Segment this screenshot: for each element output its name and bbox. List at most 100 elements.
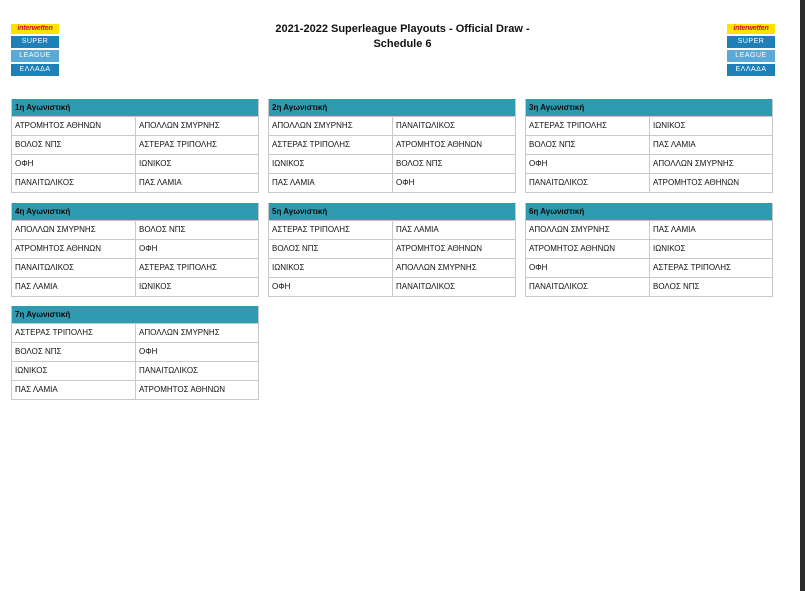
home-team: ΠΑΣ ΛΑΜΙΑ <box>269 174 393 192</box>
away-team: ΑΤΡΟΜΗΤΟΣ ΑΘΗΝΩΝ <box>653 178 740 187</box>
home-team: ΙΩΝΙΚΟΣ <box>12 362 136 380</box>
away-team: ΑΠΟΛΛΩΝ ΣΜΥΡΝΗΣ <box>139 121 220 130</box>
superleague-logo-right: interwetten SUPER LEAGUE ΕΛΛΑΔΑ <box>727 24 775 92</box>
away-team: ΑΠΟΛΛΩΝ ΣΜΥΡΝΗΣ <box>396 263 477 272</box>
away-team: ΒΟΛΟΣ ΝΠΣ <box>396 159 443 168</box>
match-row: ΙΩΝΙΚΟΣ ΠΑΝΑΙΤΩΛΙΚΟΣ <box>12 361 258 380</box>
match-row: ΠΑΝΑΙΤΩΛΙΚΟΣ ΑΣΤΕΡΑΣ ΤΡΙΠΟΛΗΣ <box>12 258 258 277</box>
match-row: ΙΩΝΙΚΟΣ ΑΠΟΛΛΩΝ ΣΜΥΡΝΗΣ <box>269 258 515 277</box>
match-row: ΑΣΤΕΡΑΣ ΤΡΙΠΟΛΗΣ ΙΩΝΙΚΟΣ <box>526 116 772 135</box>
away-team: ΒΟΛΟΣ ΝΠΣ <box>653 282 700 291</box>
away-team: ΠΑΝΑΙΤΩΛΙΚΟΣ <box>396 282 455 291</box>
home-team: ΒΟΛΟΣ ΝΠΣ <box>12 343 136 361</box>
away-team: ΟΦΗ <box>139 244 158 253</box>
home-team: ΑΣΤΕΡΑΣ ΤΡΙΠΟΛΗΣ <box>12 324 136 342</box>
round-card-4: 4η Αγωνιστική ΑΠΟΛΛΩΝ ΣΜΥΡΝΗΣ ΒΟΛΟΣ ΝΠΣ Α… <box>11 203 259 297</box>
round-card-6: 6η Αγωνιστική ΑΠΟΛΛΩΝ ΣΜΥΡΝΗΣ ΠΑΣ ΛΑΜΙΑ Α… <box>525 203 773 297</box>
round-card-2: 2η Αγωνιστική ΑΠΟΛΛΩΝ ΣΜΥΡΝΗΣ ΠΑΝΑΙΤΩΛΙΚΟ… <box>268 99 516 193</box>
round-title: 3η Αγωνιστική <box>526 99 772 116</box>
away-team: ΠΑΣ ΛΑΜΙΑ <box>396 225 439 234</box>
home-team: ΑΤΡΟΜΗΤΟΣ ΑΘΗΝΩΝ <box>12 117 136 135</box>
match-row: ΟΦΗ ΠΑΝΑΙΤΩΛΙΚΟΣ <box>269 277 515 296</box>
home-team: ΟΦΗ <box>12 155 136 173</box>
away-team: ΠΑΝΑΙΤΩΛΙΚΟΣ <box>396 121 455 130</box>
home-team: ΠΑΝΑΙΤΩΛΙΚΟΣ <box>12 174 136 192</box>
logo-line-1: SUPER <box>727 36 775 48</box>
match-row: ΒΟΛΟΣ ΝΠΣ ΟΦΗ <box>12 342 258 361</box>
home-team: ΟΦΗ <box>526 155 650 173</box>
match-row: ΑΠΟΛΛΩΝ ΣΜΥΡΝΗΣ ΠΑΝΑΙΤΩΛΙΚΟΣ <box>269 116 515 135</box>
round-title: 4η Αγωνιστική <box>12 203 258 220</box>
home-team: ΠΑΣ ΛΑΜΙΑ <box>12 381 136 399</box>
away-team: ΟΦΗ <box>396 178 415 187</box>
home-team: ΑΠΟΛΛΩΝ ΣΜΥΡΝΗΣ <box>269 117 393 135</box>
match-row: ΠΑΝΑΙΤΩΛΙΚΟΣ ΒΟΛΟΣ ΝΠΣ <box>526 277 772 296</box>
round-card-7: 7η Αγωνιστική ΑΣΤΕΡΑΣ ΤΡΙΠΟΛΗΣ ΑΠΟΛΛΩΝ ΣΜ… <box>11 306 259 400</box>
match-row: ΠΑΣ ΛΑΜΙΑ ΑΤΡΟΜΗΤΟΣ ΑΘΗΝΩΝ <box>12 380 258 399</box>
away-team: ΠΑΝΑΙΤΩΛΙΚΟΣ <box>139 366 198 375</box>
match-row: ΙΩΝΙΚΟΣ ΒΟΛΟΣ ΝΠΣ <box>269 154 515 173</box>
logo-line-3: ΕΛΛΑΔΑ <box>727 64 775 76</box>
home-team: ΒΟΛΟΣ ΝΠΣ <box>526 136 650 154</box>
match-row: ΑΣΤΕΡΑΣ ΤΡΙΠΟΛΗΣ ΑΠΟΛΛΩΝ ΣΜΥΡΝΗΣ <box>12 323 258 342</box>
home-team: ΠΑΝΑΙΤΩΛΙΚΟΣ <box>526 278 650 296</box>
match-row: ΟΦΗ ΑΠΟΛΛΩΝ ΣΜΥΡΝΗΣ <box>526 154 772 173</box>
away-team: ΙΩΝΙΚΟΣ <box>139 282 172 291</box>
match-row: ΒΟΛΟΣ ΝΠΣ ΠΑΣ ΛΑΜΙΑ <box>526 135 772 154</box>
away-team: ΠΑΣ ΛΑΜΙΑ <box>653 225 696 234</box>
match-row: ΠΑΣ ΛΑΜΙΑ ΟΦΗ <box>269 173 515 192</box>
match-row: ΒΟΛΟΣ ΝΠΣ ΑΣΤΕΡΑΣ ΤΡΙΠΟΛΗΣ <box>12 135 258 154</box>
home-team: ΠΑΣ ΛΑΜΙΑ <box>12 278 136 296</box>
home-team: ΠΑΝΑΙΤΩΛΙΚΟΣ <box>12 259 136 277</box>
document-title: 2021-2022 Superleague Playouts - Officia… <box>0 22 805 52</box>
away-team: ΒΟΛΟΣ ΝΠΣ <box>139 225 186 234</box>
away-team: ΠΑΣ ΛΑΜΙΑ <box>139 178 182 187</box>
round-card-5: 5η Αγωνιστική ΑΣΤΕΡΑΣ ΤΡΙΠΟΛΗΣ ΠΑΣ ΛΑΜΙΑ … <box>268 203 516 297</box>
title-line-1: 2021-2022 Superleague Playouts - Officia… <box>275 23 530 35</box>
round-card-3: 3η Αγωνιστική ΑΣΤΕΡΑΣ ΤΡΙΠΟΛΗΣ ΙΩΝΙΚΟΣ ΒΟ… <box>525 99 773 193</box>
logo-line-3: ΕΛΛΑΔΑ <box>11 64 59 76</box>
home-team: ΑΤΡΟΜΗΤΟΣ ΑΘΗΝΩΝ <box>12 240 136 258</box>
match-row: ΑΤΡΟΜΗΤΟΣ ΑΘΗΝΩΝ ΟΦΗ <box>12 239 258 258</box>
away-team: ΑΣΤΕΡΑΣ ΤΡΙΠΟΛΗΣ <box>139 263 217 272</box>
home-team: ΟΦΗ <box>526 259 650 277</box>
home-team: ΑΣΤΕΡΑΣ ΤΡΙΠΟΛΗΣ <box>526 117 650 135</box>
away-team: ΙΩΝΙΚΟΣ <box>139 159 172 168</box>
home-team: ΒΟΛΟΣ ΝΠΣ <box>269 240 393 258</box>
match-row: ΑΠΟΛΛΩΝ ΣΜΥΡΝΗΣ ΒΟΛΟΣ ΝΠΣ <box>12 220 258 239</box>
round-title: 6η Αγωνιστική <box>526 203 772 220</box>
match-row: ΠΑΝΑΙΤΩΛΙΚΟΣ ΑΤΡΟΜΗΤΟΣ ΑΘΗΝΩΝ <box>526 173 772 192</box>
home-team: ΙΩΝΙΚΟΣ <box>269 155 393 173</box>
away-team: ΑΤΡΟΜΗΤΟΣ ΑΘΗΝΩΝ <box>396 140 483 149</box>
away-team: ΑΠΟΛΛΩΝ ΣΜΥΡΝΗΣ <box>139 328 220 337</box>
home-team: ΠΑΝΑΙΤΩΛΙΚΟΣ <box>526 174 650 192</box>
window-edge <box>800 0 805 591</box>
match-row: ΑΠΟΛΛΩΝ ΣΜΥΡΝΗΣ ΠΑΣ ΛΑΜΙΑ <box>526 220 772 239</box>
away-team: ΑΣΤΕΡΑΣ ΤΡΙΠΟΛΗΣ <box>139 140 217 149</box>
round-title: 7η Αγωνιστική <box>12 306 258 323</box>
logo-line-2: LEAGUE <box>727 50 775 62</box>
home-team: ΑΣΤΕΡΑΣ ΤΡΙΠΟΛΗΣ <box>269 221 393 239</box>
away-team: ΙΩΝΙΚΟΣ <box>653 121 686 130</box>
away-team: ΟΦΗ <box>139 347 158 356</box>
home-team: ΑΣΤΕΡΑΣ ΤΡΙΠΟΛΗΣ <box>269 136 393 154</box>
home-team: ΟΦΗ <box>269 278 393 296</box>
round-title: 2η Αγωνιστική <box>269 99 515 116</box>
home-team: ΒΟΛΟΣ ΝΠΣ <box>12 136 136 154</box>
title-line-2: Schedule 6 <box>373 38 432 50</box>
match-row: ΑΣΤΕΡΑΣ ΤΡΙΠΟΛΗΣ ΑΤΡΟΜΗΤΟΣ ΑΘΗΝΩΝ <box>269 135 515 154</box>
away-team: ΙΩΝΙΚΟΣ <box>653 244 686 253</box>
away-team: ΑΤΡΟΜΗΤΟΣ ΑΘΗΝΩΝ <box>396 244 483 253</box>
match-row: ΟΦΗ ΑΣΤΕΡΑΣ ΤΡΙΠΟΛΗΣ <box>526 258 772 277</box>
home-team: ΑΠΟΛΛΩΝ ΣΜΥΡΝΗΣ <box>526 221 650 239</box>
away-team: ΠΑΣ ΛΑΜΙΑ <box>653 140 696 149</box>
away-team: ΑΠΟΛΛΩΝ ΣΜΥΡΝΗΣ <box>653 159 734 168</box>
away-team: ΑΣΤΕΡΑΣ ΤΡΙΠΟΛΗΣ <box>653 263 731 272</box>
home-team: ΙΩΝΙΚΟΣ <box>269 259 393 277</box>
away-team: ΑΤΡΟΜΗΤΟΣ ΑΘΗΝΩΝ <box>139 385 226 394</box>
match-row: ΑΣΤΕΡΑΣ ΤΡΙΠΟΛΗΣ ΠΑΣ ΛΑΜΙΑ <box>269 220 515 239</box>
match-row: ΠΑΣ ΛΑΜΙΑ ΙΩΝΙΚΟΣ <box>12 277 258 296</box>
match-row: ΑΤΡΟΜΗΤΟΣ ΑΘΗΝΩΝ ΑΠΟΛΛΩΝ ΣΜΥΡΝΗΣ <box>12 116 258 135</box>
round-title: 1η Αγωνιστική <box>12 99 258 116</box>
match-row: ΑΤΡΟΜΗΤΟΣ ΑΘΗΝΩΝ ΙΩΝΙΚΟΣ <box>526 239 772 258</box>
